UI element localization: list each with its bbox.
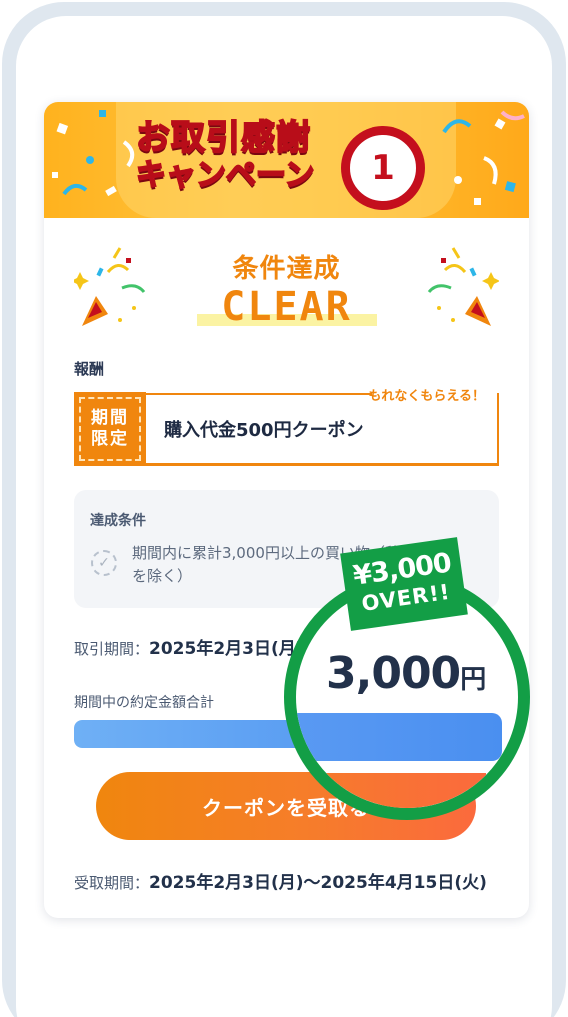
total-amount-label: 期間中の約定金額合計 bbox=[74, 695, 214, 711]
achievement-title: 条件達成 bbox=[232, 254, 341, 284]
reward-box: もれなくもらえる！ 期間 限定 購入代金500円クーポン bbox=[74, 389, 499, 466]
magnified-amount-unit: 円 bbox=[460, 665, 486, 695]
banner-title: お取引感謝 キャンペーン bbox=[135, 117, 346, 194]
reward-border-top bbox=[144, 393, 372, 395]
banner-number-badge: 1 bbox=[341, 126, 425, 210]
receive-period-value: 2025年2月3日(月)〜2025年4月15日(火) bbox=[149, 873, 487, 893]
campaign-banner: お取引感謝 キャンペーン 1 bbox=[44, 102, 529, 218]
receive-period-label: 受取期間： bbox=[74, 874, 150, 892]
clear-label: CLEAR bbox=[221, 284, 352, 330]
magnified-amount: 3,000円 bbox=[326, 648, 486, 699]
banner-title-line1: お取引感謝 bbox=[135, 117, 311, 159]
limited-time-badge: 期間 限定 bbox=[74, 392, 146, 466]
badge-line2: 限定 bbox=[91, 429, 129, 449]
trade-period-label: 取引期間： bbox=[74, 640, 150, 658]
magnified-amount-value: 3,000 bbox=[326, 648, 461, 699]
reward-note: もれなくもらえる！ bbox=[368, 389, 485, 404]
badge-line1: 期間 bbox=[91, 408, 129, 428]
magnified-progress-bar bbox=[296, 713, 502, 761]
reward-border-right bbox=[497, 393, 499, 466]
condition-title: 達成条件 bbox=[90, 513, 146, 529]
reward-section-label: 報酬 bbox=[74, 360, 105, 378]
receive-period: 受取期間：2025年2月3日(月)〜2025年4月15日(火) bbox=[74, 868, 487, 893]
reward-text: 購入代金500円クーポン bbox=[164, 420, 364, 441]
reward-border-bottom bbox=[144, 463, 499, 466]
check-circle-icon: ✓ bbox=[91, 550, 117, 576]
banner-title-line2: キャンペーン bbox=[135, 157, 316, 194]
banner-number: 1 bbox=[350, 135, 416, 201]
over-amount-badge: ¥3,000 OVER!! bbox=[340, 537, 468, 631]
